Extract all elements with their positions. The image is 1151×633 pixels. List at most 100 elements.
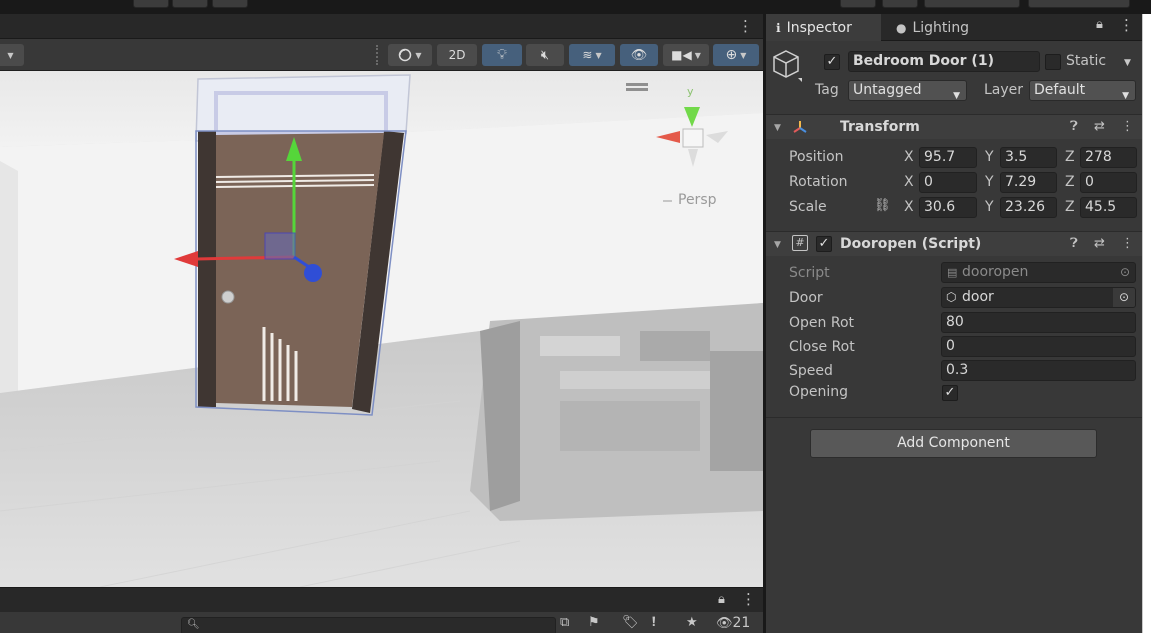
lightbulb-icon: 💡︎: [497, 47, 507, 63]
scale-z-field[interactable]: 45.5: [1080, 197, 1137, 218]
rotation-label: Rotation: [789, 174, 848, 190]
axis-y-label[interactable]: Y: [985, 147, 994, 168]
shaded-sphere-icon: [399, 48, 412, 62]
open-rot-label: Open Rot: [789, 315, 854, 331]
rotation-x-field[interactable]: 0: [919, 172, 977, 193]
scene-more-menu-icon[interactable]: ⋮: [738, 17, 753, 35]
history-button[interactable]: [840, 0, 876, 8]
step-button[interactable]: [212, 0, 248, 8]
layer-label: Layer: [984, 82, 1024, 98]
presets-icon[interactable]: ⇄: [1094, 119, 1105, 134]
gizmo-globe-icon: ⊕: [725, 47, 738, 63]
tag-dropdown[interactable]: Untagged ▼: [848, 80, 967, 101]
axis-z-label[interactable]: Z: [1065, 147, 1075, 168]
effects-toggle-button[interactable]: ≋ ▼: [569, 44, 615, 66]
tab-lighting[interactable]: ● Lighting: [886, 14, 986, 41]
object-name-field[interactable]: Bedroom Door (1): [848, 51, 1040, 72]
layer-dropdown[interactable]: Default ▼: [1029, 80, 1136, 101]
object-picker-icon[interactable]: ⊙: [1113, 288, 1135, 307]
project-search-input[interactable]: 🔍︎: [181, 617, 556, 633]
divider: [766, 417, 1142, 418]
rotation-y-field[interactable]: 7.29: [1000, 172, 1057, 193]
script-value: dooropen: [962, 264, 1029, 280]
speed-field[interactable]: 0.3: [941, 360, 1136, 381]
component-menu-icon[interactable]: ⋮: [1121, 236, 1134, 251]
gizmos-dropdown[interactable]: ⊕ ▼: [713, 44, 759, 66]
foldout-arrow-icon[interactable]: ▼: [774, 123, 781, 133]
static-dropdown-icon[interactable]: ▼: [1124, 58, 1131, 68]
bulb-icon: ●: [896, 20, 907, 35]
lock-icon[interactable]: 🔒︎: [1096, 17, 1103, 32]
play-button[interactable]: [133, 0, 169, 8]
draw-mode-button[interactable]: ▼: [388, 44, 432, 66]
object-picker-icon: ⊙: [1119, 265, 1130, 279]
script-component-header[interactable]: ▼ # ✓ Dooropen (Script) ❓︎ ⇄ ⋮: [766, 231, 1142, 256]
filter-by-type-icon[interactable]: ⧉: [560, 615, 569, 630]
filter-by-label-icon[interactable]: ⚑: [588, 615, 600, 630]
search-button[interactable]: [882, 0, 918, 8]
axis-z-label[interactable]: Z: [1065, 172, 1075, 193]
inspector-tabbar: ℹ Inspector ● Lighting 🔒︎ ⋮: [766, 14, 1142, 41]
layer-value: Default: [1034, 82, 1086, 98]
scale-y-field[interactable]: 23.26: [1000, 197, 1057, 218]
script-component-title: Dooropen (Script): [840, 236, 982, 252]
script-hash-icon: #: [792, 235, 808, 251]
script-enabled-checkbox[interactable]: ✓: [816, 236, 832, 252]
favorite-star-icon[interactable]: ★: [686, 615, 698, 630]
rotation-z-field[interactable]: 0: [1080, 172, 1137, 193]
axis-x-label[interactable]: X: [904, 147, 914, 168]
component-menu-icon[interactable]: ⋮: [1121, 119, 1134, 134]
add-component-button[interactable]: Add Component: [810, 429, 1097, 458]
tag-value: Untagged: [853, 82, 922, 98]
visibility-toggle-button[interactable]: 👁︎: [620, 44, 658, 66]
position-x-field[interactable]: 95.7: [919, 147, 977, 168]
project-more-menu-icon[interactable]: ⋮: [741, 590, 756, 608]
warning-icon[interactable]: ❗︎: [652, 615, 656, 630]
lock-icon[interactable]: 🔒︎: [718, 592, 725, 607]
axis-x-label[interactable]: X: [904, 172, 914, 193]
active-checkbox[interactable]: ✓: [824, 54, 840, 70]
opening-checkbox[interactable]: ✓: [942, 385, 958, 401]
inspector-more-menu-icon[interactable]: ⋮: [1119, 16, 1134, 34]
unlink-icon[interactable]: ⛓︎: [874, 198, 891, 213]
close-rot-field[interactable]: 0: [941, 336, 1136, 357]
door-label: Door: [789, 290, 823, 306]
gameobject-cube-icon[interactable]: [772, 48, 806, 82]
axis-y-label[interactable]: Y: [985, 197, 994, 218]
help-icon[interactable]: ❓︎: [1070, 236, 1078, 251]
help-icon[interactable]: ❓︎: [1070, 119, 1078, 134]
mode-2d-button[interactable]: 2D: [437, 44, 477, 66]
static-checkbox[interactable]: [1045, 54, 1061, 70]
tab-inspector[interactable]: ℹ Inspector: [766, 14, 881, 41]
lighting-toggle-button[interactable]: 💡︎: [482, 44, 522, 66]
axis-y-label[interactable]: Y: [985, 172, 994, 193]
tag-icon[interactable]: 🏷︎: [622, 615, 639, 630]
axis-z-label[interactable]: Z: [1065, 197, 1075, 218]
transform-axes-icon: [792, 119, 808, 139]
presets-icon[interactable]: ⇄: [1094, 236, 1105, 251]
static-label: Static: [1066, 53, 1107, 69]
position-y-field[interactable]: 3.5: [1000, 147, 1057, 168]
pause-button[interactable]: [172, 0, 208, 8]
chevron-down-icon: ▼: [1122, 91, 1129, 101]
speed-label: Speed: [789, 363, 833, 379]
hidden-packages-button[interactable]: 👁︎21: [716, 615, 750, 631]
tab-lighting-label: Lighting: [912, 19, 970, 36]
camera-icon: ■◀: [671, 48, 692, 62]
foldout-arrow-icon[interactable]: ▼: [774, 240, 781, 250]
layout-dropdown[interactable]: [1028, 0, 1130, 8]
open-rot-field[interactable]: 80: [941, 312, 1136, 333]
scale-x-field[interactable]: 30.6: [919, 197, 977, 218]
tool-handle-dropdown[interactable]: ▼: [0, 44, 24, 66]
layers-dropdown[interactable]: [924, 0, 1020, 8]
audio-toggle-button[interactable]: 🔇︎: [526, 44, 564, 66]
projection-label[interactable]: Persp: [678, 192, 717, 208]
door-reference-field[interactable]: ⬡ door ⊙: [941, 287, 1136, 308]
toolbar-grip-icon: [376, 45, 382, 65]
position-z-field[interactable]: 278: [1080, 147, 1137, 168]
scene-viewport[interactable]: y Persp: [0, 71, 763, 587]
camera-dropdown[interactable]: ■◀ ▼: [663, 44, 709, 66]
hidden-count: 21: [732, 615, 751, 631]
transform-header[interactable]: ▼ Transform ❓︎ ⇄ ⋮: [766, 114, 1142, 139]
axis-x-label[interactable]: X: [904, 197, 914, 218]
